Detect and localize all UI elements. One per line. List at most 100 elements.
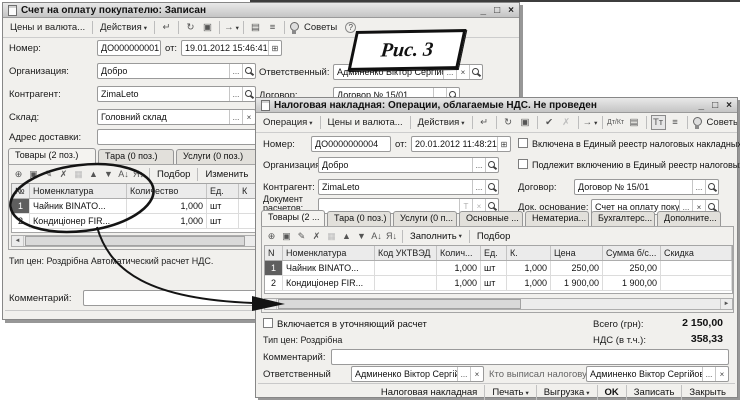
dtkt-icon[interactable]: Дт/Кт bbox=[607, 115, 625, 130]
calendar-icon[interactable]: ⊞ bbox=[497, 137, 510, 151]
col-k[interactable]: К. bbox=[507, 246, 551, 260]
report-icon[interactable]: ▤ bbox=[627, 115, 642, 130]
cell-price[interactable]: 250,00 bbox=[551, 261, 603, 275]
cell-nomenclature[interactable]: Кондиціонер FIR... bbox=[283, 276, 375, 290]
go-menu-icon[interactable]: →▾ bbox=[583, 115, 598, 130]
close-button[interactable]: × bbox=[508, 5, 514, 16]
cell-quantity[interactable]: 1,000 bbox=[437, 261, 481, 275]
report-icon[interactable]: ▤ bbox=[248, 20, 263, 35]
clear-button[interactable]: × bbox=[470, 367, 483, 381]
refresh-icon[interactable]: ↻ bbox=[501, 115, 516, 130]
actions-menu-button[interactable]: Действия▾ bbox=[96, 21, 151, 34]
ellipsis-button[interactable]: ... bbox=[229, 64, 242, 78]
minimize-button[interactable]: _ bbox=[699, 100, 705, 111]
tab-tare[interactable]: Тара (0 поз.) bbox=[327, 211, 391, 226]
number-field[interactable]: ДО0000000004 bbox=[311, 136, 391, 152]
sort-asc-icon[interactable]: А↓ bbox=[117, 168, 130, 181]
cell-quantity[interactable]: 1,000 bbox=[127, 214, 207, 228]
pick-button[interactable]: Подбор bbox=[153, 168, 194, 181]
registry-included-checkbox[interactable] bbox=[518, 138, 528, 148]
fill-menu-button[interactable]: Заполнить▾ bbox=[406, 230, 466, 243]
export-button[interactable]: Выгрузка▾ bbox=[536, 385, 597, 400]
comment-field[interactable] bbox=[331, 349, 729, 365]
cell-k[interactable]: 1,000 bbox=[507, 261, 551, 275]
copy-document-icon[interactable]: ▣ bbox=[200, 20, 215, 35]
print-button[interactable]: Печать▾ bbox=[484, 385, 535, 400]
scroll-left-icon[interactable]: ◄ bbox=[265, 299, 277, 309]
ellipsis-button[interactable]: ... bbox=[472, 180, 485, 194]
ok-button[interactable]: OK bbox=[597, 385, 626, 400]
tab-fixed-assets[interactable]: Основные ... bbox=[459, 211, 523, 226]
contract-field[interactable]: Договор № 15/01 ... bbox=[574, 179, 719, 195]
horizontal-scrollbar[interactable]: ◄ ► bbox=[264, 298, 733, 310]
ellipsis-button[interactable]: ... bbox=[229, 110, 242, 124]
clear-button[interactable]: × bbox=[715, 367, 728, 381]
copy-row-icon[interactable]: ▣ bbox=[280, 230, 293, 243]
responsible-field[interactable]: Админенко Віктор Сергійович ... × bbox=[351, 366, 484, 382]
structure-icon[interactable]: ≡ bbox=[265, 20, 280, 35]
close-button[interactable]: Закрыть bbox=[681, 385, 733, 400]
tt-movements-icon[interactable]: Тт bbox=[651, 115, 666, 130]
date-field[interactable]: 19.01.2012 15:46:41 ⊞ bbox=[181, 40, 282, 56]
prices-currency-button[interactable]: Цены и валюта... bbox=[324, 116, 407, 129]
move-up-icon[interactable]: ▲ bbox=[87, 168, 100, 181]
col-nomenclature[interactable]: Номенклатура bbox=[283, 246, 375, 260]
edit-row-icon[interactable]: ✎ bbox=[295, 230, 308, 243]
tab-intangible[interactable]: Нематериа... bbox=[525, 211, 589, 226]
clear-button[interactable]: × bbox=[242, 110, 255, 124]
cell-unit[interactable]: шт bbox=[207, 199, 239, 213]
cell-discount[interactable] bbox=[661, 276, 732, 290]
tax-invoice-doc-button[interactable]: Налоговая накладная bbox=[374, 385, 484, 400]
invoice-titlebar[interactable]: Счет на оплату покупателю: Записан _ □ × bbox=[3, 3, 519, 18]
magnifier-icon[interactable] bbox=[485, 180, 498, 194]
cell-unit[interactable]: шт bbox=[481, 261, 507, 275]
cell-quantity[interactable]: 1,000 bbox=[127, 199, 207, 213]
cell-discount[interactable] bbox=[661, 261, 732, 275]
date-field[interactable]: 20.01.2012 11:48:21 ⊞ bbox=[411, 136, 511, 152]
post-document-icon[interactable]: ✔ bbox=[542, 115, 557, 130]
cell-uktved[interactable] bbox=[375, 261, 437, 275]
who-issued-field[interactable]: Админенко Віктор Сергійович ... × bbox=[586, 366, 729, 382]
delete-row-icon[interactable]: ✗ bbox=[310, 230, 323, 243]
organization-field[interactable]: Добро ... bbox=[97, 63, 256, 79]
tab-tare[interactable]: Тара (0 поз.) bbox=[98, 149, 174, 164]
registry-subject-checkbox[interactable] bbox=[518, 159, 528, 169]
tab-additional[interactable]: Дополните... bbox=[657, 211, 721, 226]
organization-field[interactable]: Добро ... bbox=[318, 157, 499, 173]
cell-nomenclature[interactable]: Кондиціонер FIR... bbox=[30, 214, 127, 228]
pick-button[interactable]: Подбор bbox=[473, 230, 514, 243]
tips-button[interactable]: Советы bbox=[703, 116, 737, 129]
cell-quantity[interactable]: 1,000 bbox=[437, 276, 481, 290]
tab-goods[interactable]: Товары (2 ... bbox=[261, 210, 325, 226]
sort-asc-icon[interactable]: А↓ bbox=[370, 230, 383, 243]
add-row-icon[interactable]: ⊕ bbox=[265, 230, 278, 243]
actions-menu-button[interactable]: Действия▾ bbox=[414, 116, 469, 129]
tab-accounting[interactable]: Бухгалтерс... bbox=[591, 211, 655, 226]
table-row[interactable]: 1 Чайник BINATO... 1,000 шт 1,000 250,00… bbox=[265, 261, 732, 276]
magnifier-icon[interactable] bbox=[242, 87, 255, 101]
prices-currency-button[interactable]: Цены и валюта... bbox=[6, 21, 89, 34]
warehouse-field[interactable]: Головний склад ... × bbox=[97, 109, 256, 125]
cell-nomenclature[interactable]: Чайник BINATO... bbox=[30, 199, 127, 213]
delete-row-icon[interactable]: ✗ bbox=[57, 168, 70, 181]
col-quantity[interactable]: Колич... bbox=[437, 246, 481, 260]
col-sum[interactable]: Сумма б/с... bbox=[603, 246, 661, 260]
write-close-icon[interactable]: ↵ bbox=[477, 115, 492, 130]
change-button[interactable]: Изменить bbox=[201, 168, 252, 181]
col-quantity[interactable]: Количество bbox=[127, 184, 207, 198]
magnifier-icon[interactable] bbox=[705, 180, 718, 194]
col-uktved[interactable]: Код УКТВЭД bbox=[375, 246, 437, 260]
close-button[interactable]: × bbox=[726, 100, 732, 111]
col-price[interactable]: Цена bbox=[551, 246, 603, 260]
history-icon[interactable]: ▣ bbox=[518, 115, 533, 130]
scroll-thumb[interactable] bbox=[25, 236, 245, 246]
ellipsis-button[interactable]: ... bbox=[472, 158, 485, 172]
write-close-icon[interactable]: ↵ bbox=[159, 20, 174, 35]
col-unit[interactable]: Ед. bbox=[481, 246, 507, 260]
operation-menu-button[interactable]: Операция▾ bbox=[259, 116, 317, 129]
cell-nomenclature[interactable]: Чайник BINATO... bbox=[283, 261, 375, 275]
magnifier-icon[interactable] bbox=[242, 64, 255, 78]
col-n[interactable]: № bbox=[12, 184, 30, 198]
add-row-icon[interactable]: ⊕ bbox=[12, 168, 25, 181]
tab-goods[interactable]: Товары (2 поз.) bbox=[8, 148, 96, 164]
